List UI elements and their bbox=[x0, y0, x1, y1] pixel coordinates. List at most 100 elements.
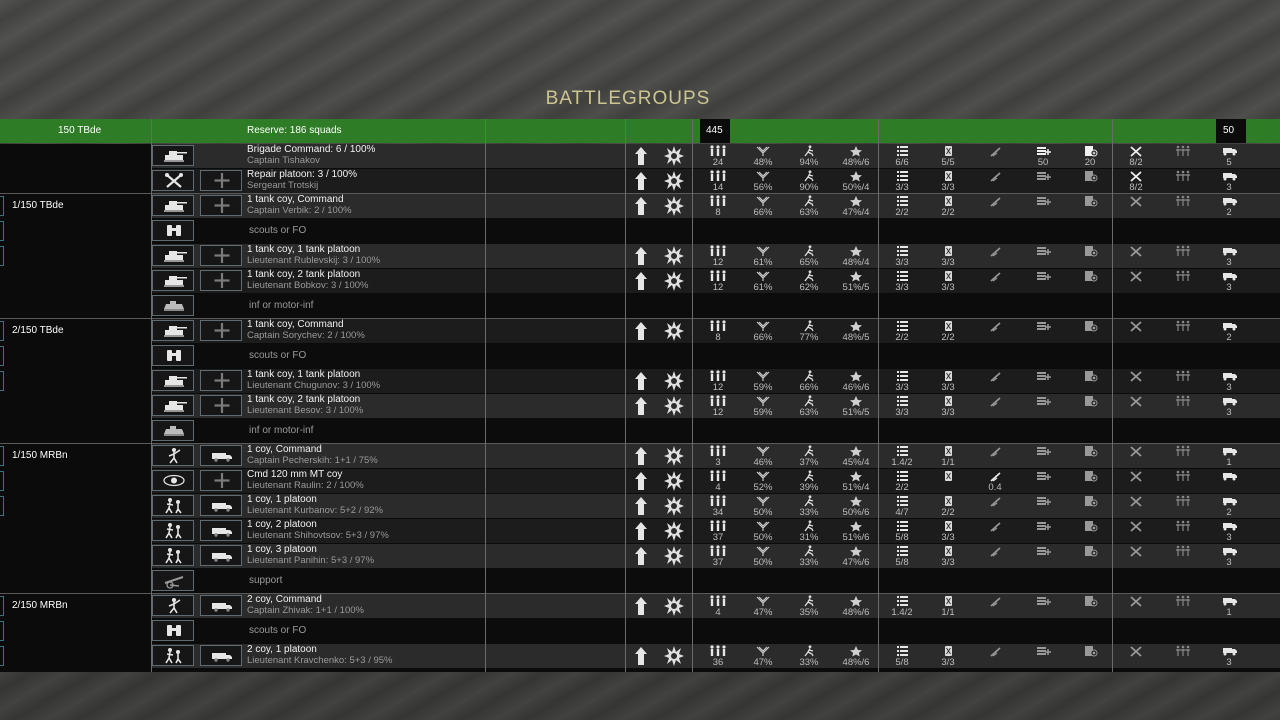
unit-type-apc-button[interactable] bbox=[152, 420, 194, 441]
empty-slot-row[interactable]: scouts or FO bbox=[152, 219, 1280, 243]
trans-value: 3 bbox=[1226, 182, 1232, 193]
add-unit-button[interactable] bbox=[200, 320, 242, 341]
unit-name: 2 coy, 1 platoon bbox=[247, 644, 317, 655]
unit-row[interactable]: 1 coy, 2 platoon Lieutenant Shihovtsov: 5… bbox=[152, 519, 1280, 543]
empty-slot-row[interactable]: scouts or FO bbox=[152, 344, 1280, 368]
empty-slot-row[interactable]: support bbox=[152, 569, 1280, 593]
transport-truck-button[interactable] bbox=[200, 445, 242, 466]
add-unit-button[interactable] bbox=[200, 470, 242, 491]
add-unit-button[interactable] bbox=[200, 195, 242, 216]
unit-type-tools-button[interactable] bbox=[152, 170, 194, 191]
attack-burst-icon[interactable] bbox=[663, 520, 685, 542]
attack-burst-icon[interactable] bbox=[663, 145, 685, 167]
move-up-icon[interactable] bbox=[630, 320, 652, 342]
attack-burst-icon[interactable] bbox=[663, 270, 685, 292]
column-divider bbox=[878, 119, 879, 672]
add-unit-button[interactable] bbox=[200, 170, 242, 191]
attack-burst-icon[interactable] bbox=[663, 645, 685, 667]
group-edge-tab bbox=[0, 221, 4, 241]
attack-burst-icon[interactable] bbox=[663, 470, 685, 492]
empty-slot-row[interactable]: scouts or FO bbox=[152, 619, 1280, 643]
move-up-icon[interactable] bbox=[630, 245, 652, 267]
transport-truck-button[interactable] bbox=[200, 545, 242, 566]
move-up-icon[interactable] bbox=[630, 645, 652, 667]
move-up-icon[interactable] bbox=[630, 395, 652, 417]
move-up-icon[interactable] bbox=[630, 495, 652, 517]
unit-type-infantry-button[interactable] bbox=[152, 545, 194, 566]
unit-row[interactable]: 1 tank coy, Command Captain Verbik: 2 / 1… bbox=[152, 194, 1280, 218]
attack-burst-icon[interactable] bbox=[663, 545, 685, 567]
transport-truck-button[interactable] bbox=[200, 495, 242, 516]
unit-type-tank-button[interactable] bbox=[152, 270, 194, 291]
attack-burst-icon[interactable] bbox=[663, 395, 685, 417]
attack-burst-icon[interactable] bbox=[663, 370, 685, 392]
unit-type-apc-button[interactable] bbox=[152, 295, 194, 316]
unit-type-infantry-button[interactable] bbox=[152, 645, 194, 666]
move-up-icon[interactable] bbox=[630, 195, 652, 217]
move-up-icon[interactable] bbox=[630, 595, 652, 617]
unit-row[interactable]: 2 coy, 1 platoon Lieutenant Kravchenko: 5… bbox=[152, 644, 1280, 668]
unit-type-tank-button[interactable] bbox=[152, 245, 194, 266]
add-unit-button[interactable] bbox=[200, 395, 242, 416]
battlegroup-label[interactable]: 2/150 MRBn bbox=[12, 600, 68, 611]
add-unit-button[interactable] bbox=[200, 270, 242, 291]
attack-burst-icon[interactable] bbox=[663, 595, 685, 617]
unit-type-tank-button[interactable] bbox=[152, 195, 194, 216]
move-up-icon[interactable] bbox=[630, 470, 652, 492]
unit-type-binoculars-button[interactable] bbox=[152, 220, 194, 241]
slot-hint: scouts or FO bbox=[249, 625, 307, 636]
move-up-icon[interactable] bbox=[630, 170, 652, 192]
empty-slot-row[interactable]: inf or motor-inf bbox=[152, 419, 1280, 443]
move-up-icon[interactable] bbox=[630, 545, 652, 567]
add-unit-button[interactable] bbox=[200, 370, 242, 391]
unit-row[interactable]: Brigade Command: 6 / 100% Captain Tishako… bbox=[152, 144, 1280, 168]
unit-row[interactable]: 2 coy, Command Captain Zhivak: 1+1 / 100%… bbox=[152, 594, 1280, 618]
fuel-icon bbox=[935, 170, 961, 182]
unit-row[interactable]: 1 tank coy, Command Captain Sorychev: 2 /… bbox=[152, 319, 1280, 343]
unit-type-officer-button[interactable] bbox=[152, 445, 194, 466]
unit-row[interactable]: Repair platoon: 3 / 100% Sergeant Trotski… bbox=[152, 169, 1280, 193]
unit-type-tank-button[interactable] bbox=[152, 370, 194, 391]
unit-type-officer-button[interactable] bbox=[152, 595, 194, 616]
trans-value: 3 bbox=[1226, 407, 1232, 418]
attack-burst-icon[interactable] bbox=[663, 195, 685, 217]
unit-type-eye-button[interactable] bbox=[152, 470, 194, 491]
battlegroup-label[interactable]: 1/150 MRBn bbox=[12, 450, 68, 461]
transport-truck-button[interactable] bbox=[200, 595, 242, 616]
header-bar: 150 TBde Reserve: 186 squads 445 50 bbox=[0, 119, 1280, 143]
move-up-icon[interactable] bbox=[630, 370, 652, 392]
unit-type-tank-button[interactable] bbox=[152, 145, 194, 166]
unit-type-infantry-button[interactable] bbox=[152, 495, 194, 516]
battlegroup-label[interactable]: 2/150 TBde bbox=[12, 325, 64, 336]
empty-slot-row[interactable]: inf or motor-inf bbox=[152, 294, 1280, 318]
unit-row[interactable]: 1 tank coy, 1 tank platoon Lieutenant Chu… bbox=[152, 369, 1280, 393]
attack-burst-icon[interactable] bbox=[663, 320, 685, 342]
attack-burst-icon[interactable] bbox=[663, 445, 685, 467]
unit-type-tank-button[interactable] bbox=[152, 320, 194, 341]
move-up-icon[interactable] bbox=[630, 445, 652, 467]
attack-burst-icon[interactable] bbox=[663, 245, 685, 267]
unit-row[interactable]: 1 tank coy, 1 tank platoon Lieutenant Rub… bbox=[152, 244, 1280, 268]
unit-type-infantry-button[interactable] bbox=[152, 520, 194, 541]
attack-burst-icon[interactable] bbox=[663, 495, 685, 517]
unit-type-tank-button[interactable] bbox=[152, 395, 194, 416]
unit-type-gun-button[interactable] bbox=[152, 570, 194, 591]
move-up-icon[interactable] bbox=[630, 520, 652, 542]
battlegroup-label[interactable]: 1/150 TBde bbox=[12, 200, 64, 211]
transport-truck-button[interactable] bbox=[200, 645, 242, 666]
unit-row[interactable]: 1 coy, 3 platoon Lieutenant Panihin: 5+3 … bbox=[152, 544, 1280, 568]
move-up-icon[interactable] bbox=[630, 145, 652, 167]
unit-row[interactable]: 1 tank coy, 2 tank platoon Lieutenant Bes… bbox=[152, 394, 1280, 418]
move-up-icon[interactable] bbox=[630, 270, 652, 292]
add-unit-button[interactable] bbox=[200, 245, 242, 266]
transport-truck-button[interactable] bbox=[200, 520, 242, 541]
men-value: 3 bbox=[715, 457, 721, 468]
unit-row[interactable]: 1 coy, 1 platoon Lieutenant Kurbanov: 5+2… bbox=[152, 494, 1280, 518]
unit-type-binoculars-button[interactable] bbox=[152, 345, 194, 366]
morale-value: 50% bbox=[753, 507, 773, 518]
unit-row[interactable]: 1 tank coy, 2 tank platoon Lieutenant Bob… bbox=[152, 269, 1280, 293]
unit-row[interactable]: Cmd 120 mm MT coy Lieutenant Raulin: 2 / … bbox=[152, 469, 1280, 493]
unit-type-binoculars-button[interactable] bbox=[152, 620, 194, 641]
attack-burst-icon[interactable] bbox=[663, 170, 685, 192]
unit-row[interactable]: 1 coy, Command Captain Pecherskih: 1+1 / … bbox=[152, 444, 1280, 468]
